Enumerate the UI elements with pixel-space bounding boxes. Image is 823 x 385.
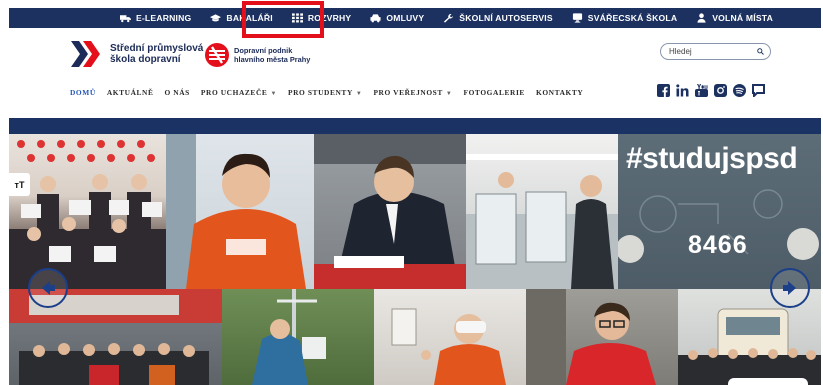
photo-signing-ceremony — [314, 134, 466, 289]
hero-top-band — [9, 118, 821, 134]
top-link-bakalari[interactable]: BAKALÁŘI — [210, 13, 273, 23]
signing-student-illustration — [314, 134, 466, 289]
cookie-widget-tab[interactable] — [728, 378, 808, 385]
photo-student-glasses — [526, 289, 678, 385]
partner-logo[interactable]: Dopravní podnik hlavního města Prahy — [204, 42, 310, 68]
person-icon — [697, 13, 706, 23]
nav-item-o-nas[interactable]: O NÁS — [165, 88, 190, 97]
arrow-right-icon — [783, 281, 796, 295]
nav-item-aktualne[interactable]: AKTUÁLNĚ — [107, 88, 154, 97]
search-icon[interactable] — [757, 47, 764, 56]
search-bar — [660, 43, 771, 60]
top-link-label: ROZVRHY — [307, 13, 352, 23]
photo-vr-headset — [374, 289, 526, 385]
top-link-label: OMLUVY — [386, 13, 425, 23]
chat-icon — [752, 84, 765, 97]
chevron-down-icon: ▼ — [445, 91, 453, 97]
nav-item-pro-verejnost[interactable]: PRO VEŘEJNOST ▼ — [373, 88, 452, 97]
hero-hashtag: #studujspsd — [626, 142, 798, 175]
search-input[interactable] — [669, 47, 757, 56]
grid-icon — [291, 13, 303, 23]
top-link-label: ŠKOLNÍ AUTOSERVIS — [459, 13, 553, 23]
school-chevron-logo-icon — [71, 41, 100, 67]
top-link-skolni-autoservis[interactable]: ŠKOLNÍ AUTOSERVIS — [443, 13, 553, 23]
text-size-toggle-button[interactable]: тT — [9, 173, 30, 196]
chat-link[interactable] — [752, 84, 765, 97]
school-logo[interactable]: Střední průmyslová škola dopravní — [71, 40, 203, 68]
nav-item-pro-uchazece[interactable]: PRO UCHAZEČE ▼ — [201, 88, 277, 97]
social-links — [657, 84, 765, 97]
top-link-rozvrhy[interactable]: ROZVRHY — [291, 13, 352, 23]
linkedin-icon — [676, 84, 689, 97]
youtube-link[interactable] — [695, 84, 708, 97]
nav-item-pro-studenty[interactable]: PRO STUDENTY ▼ — [288, 88, 362, 97]
linkedin-link[interactable] — [676, 84, 689, 97]
lab-students-illustration — [466, 154, 618, 289]
arrow-left-icon — [42, 281, 55, 295]
top-link-label: VOLNÁ MÍSTA — [712, 13, 773, 23]
dpp-logo-icon — [205, 43, 229, 67]
slider-next-button[interactable] — [770, 268, 810, 308]
photo-students-lab — [466, 134, 618, 289]
spotify-link[interactable] — [733, 84, 746, 97]
slider-prev-button[interactable] — [28, 268, 68, 308]
nav-item-fotogalerie[interactable]: FOTOGALERIE — [463, 88, 525, 97]
students-group-illustration — [9, 140, 166, 289]
tram-number: 8466 — [688, 231, 748, 259]
top-link-label: SVÁŘECSKÁ ŠKOLA — [587, 13, 678, 23]
photo-weather-station — [222, 289, 374, 385]
nav-item-domu[interactable]: DOMŮ — [70, 88, 96, 97]
car-icon — [370, 14, 381, 23]
facebook-icon — [657, 84, 670, 97]
school-name: Střední průmyslová škola dopravní — [110, 43, 204, 65]
top-link-e-learning[interactable]: E-LEARNING — [119, 13, 192, 23]
top-link-label: E-LEARNING — [135, 13, 192, 23]
graduation-cap-icon — [210, 14, 222, 22]
vr-student-illustration — [391, 308, 506, 385]
chevron-down-icon: ▼ — [270, 91, 277, 97]
tram-studujspsd: #studujspsd 8466 — [618, 134, 821, 289]
hero-photo-collage: #studujspsd 8466 — [9, 134, 821, 385]
top-link-omluvy[interactable]: OMLUVY — [370, 13, 424, 23]
spotify-icon — [733, 84, 746, 97]
weather-station-illustration — [252, 289, 326, 385]
youtube-icon — [695, 84, 708, 97]
chevron-down-icon: ▼ — [355, 91, 363, 97]
top-link-volna-mista[interactable]: VOLNÁ MÍSTA — [696, 13, 773, 23]
photo-students-certificates — [9, 134, 166, 289]
instagram-link[interactable] — [714, 84, 727, 97]
instagram-icon — [714, 84, 727, 97]
nav-item-kontakty[interactable]: KONTAKTY — [536, 88, 583, 97]
truck-icon — [119, 15, 131, 23]
partner-name: Dopravní podnik hlavního města Prahy — [234, 46, 311, 64]
photo-student-orange-hoodie — [166, 134, 314, 289]
wrench-icon — [444, 13, 454, 23]
top-link-svarecska-skola[interactable]: SVÁŘECSKÁ ŠKOLA — [572, 13, 677, 23]
top-utility-bar: E-LEARNING BAKALÁŘI ROZVRHY OMLUVY ŠKOLN… — [9, 8, 821, 28]
glasses-student-illustration — [526, 289, 656, 385]
monitor-icon — [572, 13, 582, 23]
facebook-link[interactable] — [657, 84, 670, 97]
top-link-label: BAKALÁŘI — [226, 13, 273, 23]
main-navigation: DOMŮ AKTUÁLNĚ O NÁS PRO UCHAZEČE ▼ PRO ST… — [70, 88, 594, 97]
orange-hoodie-student-illustration — [166, 134, 306, 289]
